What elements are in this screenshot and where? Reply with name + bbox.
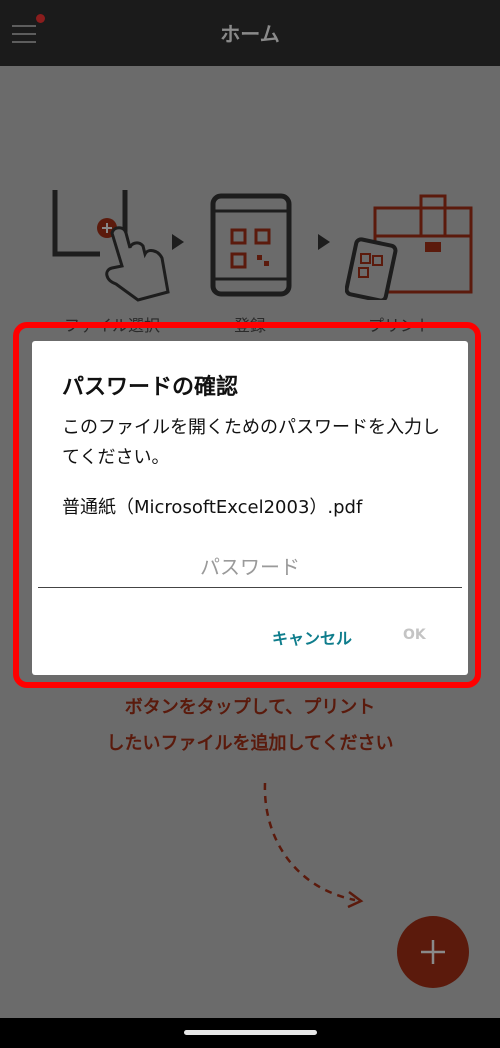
- step-arrow-icon: [172, 234, 184, 250]
- instructions-line-2: したいファイルを追加してください: [106, 733, 394, 754]
- add-file-button[interactable]: [397, 916, 469, 988]
- curved-arrow-icon: [263, 782, 364, 909]
- system-navigation-bar: [0, 1018, 500, 1048]
- step-arrow-icon: [318, 234, 330, 250]
- dialog-message: このファイルを開くためのパスワードを入力してください。: [62, 417, 440, 468]
- plus-icon: [421, 940, 445, 964]
- instructions-line-1: ボタンをタップして、プリント: [124, 697, 376, 718]
- app-bar: ホーム: [0, 0, 500, 66]
- password-input[interactable]: [38, 547, 462, 588]
- phone-qr-icon: [210, 193, 292, 297]
- dialog-title: パスワードの確認: [62, 375, 239, 400]
- instructions: ボタンをタップして、プリント したいファイルを追加してください: [0, 690, 500, 762]
- dialog-filename: 普通紙（MicrosoftExcel2003）.pdf: [62, 497, 363, 518]
- printer-qr-icon: [345, 194, 473, 300]
- cancel-button[interactable]: キャンセル: [272, 625, 352, 649]
- home-indicator[interactable]: [184, 1030, 317, 1035]
- tablet-tap-icon: [52, 190, 170, 302]
- password-dialog: パスワードの確認 このファイルを開くためのパスワードを入力してください。 普通紙…: [32, 341, 468, 675]
- page-title: ホーム: [220, 22, 280, 46]
- ok-button[interactable]: OK: [403, 627, 426, 643]
